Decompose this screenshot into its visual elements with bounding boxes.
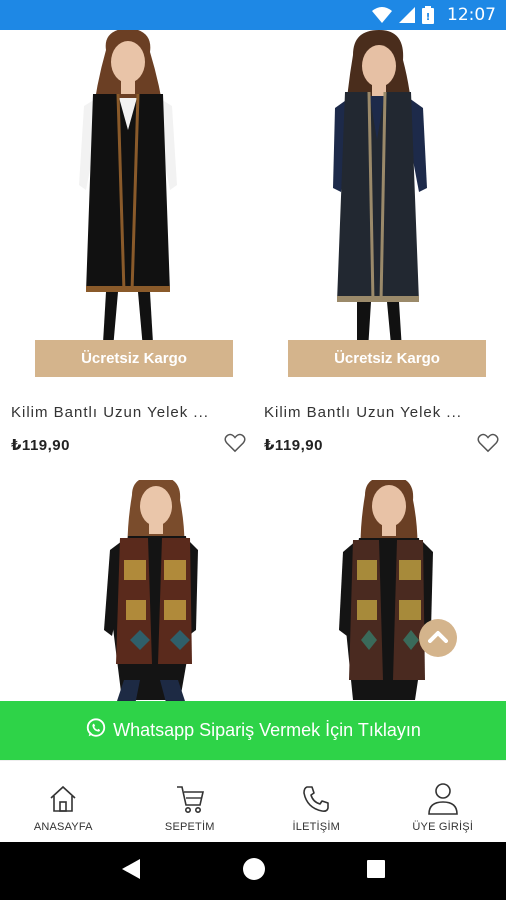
battery-icon: ! xyxy=(422,6,434,24)
nav-item-home[interactable]: ANASAYFA xyxy=(0,761,127,842)
nav-label: ÜYE GİRİŞİ xyxy=(412,821,474,833)
product-grid[interactable]: Ücretsiz Kargo Kilim Bantlı Uzun Yelek .… xyxy=(0,30,506,702)
cart-icon xyxy=(175,781,205,817)
nav-label: SEPETİM xyxy=(164,821,215,833)
status-bar: ! 12:07 xyxy=(0,0,506,30)
scroll-to-top-button[interactable] xyxy=(419,619,457,657)
product-image[interactable] xyxy=(0,480,253,702)
back-icon[interactable] xyxy=(120,857,142,886)
product-image[interactable] xyxy=(253,480,506,702)
product-image[interactable] xyxy=(0,30,253,388)
phone-icon xyxy=(301,781,331,817)
free-shipping-badge: Ücretsiz Kargo xyxy=(288,340,486,377)
whatsapp-label: Whatsapp Sipariş Vermek İçin Tıklayın xyxy=(113,720,421,740)
chevron-up-icon xyxy=(428,629,448,648)
nav-item-cart[interactable]: SEPETİM xyxy=(127,761,254,842)
home-circle-icon[interactable] xyxy=(242,857,266,886)
product-name[interactable]: Kilim Bantlı Uzun Yelek ... xyxy=(11,404,226,421)
user-icon xyxy=(427,781,459,817)
svg-text:!: ! xyxy=(426,12,431,23)
whatsapp-order-button[interactable]: Whatsapp Sipariş Vermek İçin Tıklayın xyxy=(0,701,506,760)
heart-icon[interactable] xyxy=(477,433,499,453)
bottom-navigation: ANASAYFA SEPETİM İLETİŞİM ÜYE GİRİŞİ xyxy=(0,760,506,842)
nav-label: İLETİŞİM xyxy=(292,821,340,833)
home-icon xyxy=(48,781,78,817)
product-price: ₺119,90 xyxy=(11,437,70,454)
system-navigation-bar xyxy=(0,842,506,900)
nav-item-login[interactable]: ÜYE GİRİŞİ xyxy=(380,761,506,842)
free-shipping-badge: Ücretsiz Kargo xyxy=(35,340,233,377)
signal-icon xyxy=(399,7,415,23)
product-image[interactable] xyxy=(253,30,506,388)
nav-label: ANASAYFA xyxy=(33,821,93,833)
status-time: 12:07 xyxy=(447,5,496,25)
whatsapp-icon xyxy=(85,717,107,744)
recents-icon[interactable] xyxy=(366,859,386,884)
heart-icon[interactable] xyxy=(224,433,246,453)
nav-item-contact[interactable]: İLETİŞİM xyxy=(253,761,380,842)
wifi-icon xyxy=(372,7,392,23)
product-price: ₺119,90 xyxy=(264,437,323,454)
product-name[interactable]: Kilim Bantlı Uzun Yelek ... xyxy=(264,404,479,421)
